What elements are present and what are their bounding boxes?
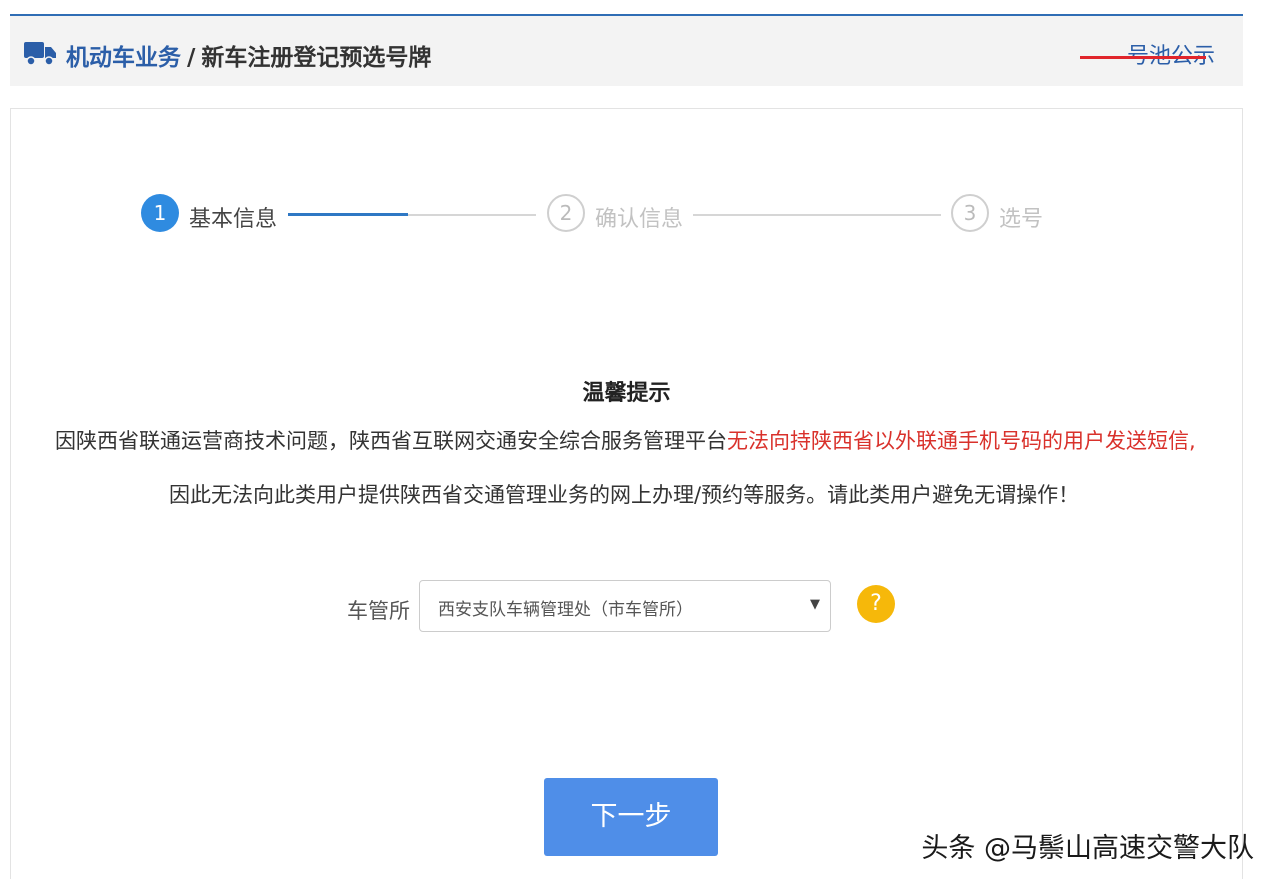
step-connector-2: [693, 214, 941, 216]
plate-pool-link[interactable]: 号池公示: [1127, 38, 1215, 70]
form-card: 1 基本信息 2 确认信息 3 选号 温馨提示 因陕西省联通运营商技术问题，陕西…: [10, 108, 1243, 879]
watermark: 头条 @马鬃山高速交警大队: [921, 833, 1254, 864]
step-1-number: 1: [141, 194, 179, 232]
breadcrumb-category[interactable]: 机动车业务: [66, 45, 181, 71]
office-label: 车管所: [347, 599, 410, 623]
notice-line-2: 因此无法向此类用户提供陕西省交通管理业务的网上办理/预约等服务。请此类用户避免无…: [169, 483, 1080, 507]
help-icon[interactable]: ?: [857, 585, 895, 623]
step-connector-1: [408, 214, 536, 216]
step-progress-active: [288, 213, 408, 216]
step-2-label: 确认信息: [595, 207, 684, 232]
active-link-underline: [1080, 56, 1206, 59]
step-3-label: 选号: [999, 207, 1044, 232]
step-2-number: 2: [547, 194, 585, 232]
truck-icon: [24, 42, 56, 66]
breadcrumb-separator: /: [187, 45, 196, 71]
notice-highlight: 无法向持陕西省以外联通手机号码的用户发送短信,: [727, 429, 1196, 453]
page-title: 新车注册登记预选号牌: [201, 45, 432, 71]
office-selected-value: 西安支队车辆管理处（市车管所）: [438, 600, 693, 620]
office-select[interactable]: 西安支队车辆管理处（市车管所） ▼: [419, 580, 831, 632]
dropdown-caret-icon: ▼: [810, 597, 820, 612]
notice-line-1: 因陕西省联通运营商技术问题，陕西省互联网交通安全综合服务管理平台无法向持陕西省以…: [55, 425, 1196, 455]
next-step-button[interactable]: 下一步: [544, 778, 718, 856]
breadcrumb: 机动车业务 / 新车注册登记预选号牌: [66, 38, 431, 72]
step-3-number: 3: [951, 194, 989, 232]
notice-text: 因陕西省联通运营商技术问题，陕西省互联网交通安全综合服务管理平台: [55, 429, 727, 453]
page-header: 机动车业务 / 新车注册登记预选号牌 号池公示: [10, 16, 1243, 86]
step-1-label: 基本信息: [189, 207, 278, 232]
notice-title: 温馨提示: [582, 381, 671, 406]
